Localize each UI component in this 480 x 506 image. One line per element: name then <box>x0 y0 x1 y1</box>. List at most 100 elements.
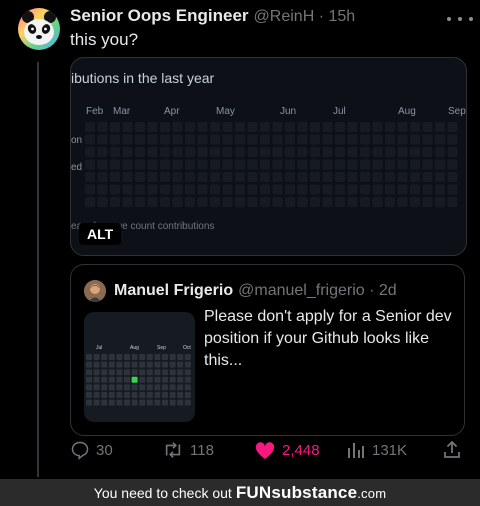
contribution-cell <box>169 376 176 383</box>
contribution-cell <box>110 122 120 132</box>
contribution-cell <box>185 159 195 170</box>
contribution-cell <box>177 369 184 376</box>
contribution-cell <box>410 122 420 132</box>
contribution-cell <box>86 392 92 398</box>
contribution-cell <box>146 354 153 360</box>
contribution-cell <box>86 384 92 391</box>
contribution-cell <box>160 197 170 207</box>
contribution-cell <box>335 159 345 170</box>
contribution-cell <box>93 361 100 368</box>
contribution-cell <box>422 184 433 195</box>
contribution-cell <box>222 172 233 182</box>
contribution-cell <box>116 399 123 406</box>
contribution-cell <box>385 134 395 145</box>
contribution-cell <box>397 184 408 195</box>
contribution-cell <box>108 399 115 406</box>
contribution-cell <box>435 184 445 195</box>
like-count: 2,448 <box>282 441 320 459</box>
quoted-post[interactable]: Manuel Frigerio @manuel_frigerio · 2d Ju… <box>70 264 465 436</box>
more-options-icon[interactable] <box>447 12 473 26</box>
quoted-media-image[interactable]: Jul Aug Sep Oct <box>84 312 195 422</box>
contribution-cell <box>162 369 168 376</box>
contribution-cell <box>260 197 270 207</box>
contribution-cell <box>135 134 145 145</box>
contribution-cell <box>147 159 158 170</box>
views-button[interactable]: 131K <box>346 440 407 460</box>
contribution-cell <box>154 361 161 368</box>
contribution-cell <box>124 392 130 398</box>
contribution-cell <box>172 172 183 182</box>
contribution-cell <box>372 184 383 195</box>
contribution-cell <box>197 184 208 195</box>
contribution-cell <box>272 172 283 182</box>
quoted-avatar[interactable] <box>84 280 106 302</box>
contribution-cell <box>297 122 308 132</box>
contribution-cell <box>139 361 146 368</box>
panda-avatar[interactable] <box>18 8 60 50</box>
contribution-cell <box>135 197 145 207</box>
contribution-cell <box>385 184 395 195</box>
contribution-cell <box>272 159 283 170</box>
contribution-cell <box>235 134 245 145</box>
contribution-cell <box>360 134 370 145</box>
contribution-cell <box>310 172 320 182</box>
contribution-cell <box>285 134 295 145</box>
contribution-cell <box>260 172 270 182</box>
contribution-cell <box>116 361 123 368</box>
contribution-cell <box>360 159 370 170</box>
contribution-cell <box>108 392 115 398</box>
contribution-cell <box>247 172 258 182</box>
contribution-cell <box>397 134 408 145</box>
contribution-cell <box>185 122 195 132</box>
contribution-cell <box>135 172 145 182</box>
contribution-cell <box>169 354 176 360</box>
reply-button[interactable]: 30 <box>70 440 113 460</box>
contribution-cell <box>93 354 100 360</box>
quoted-handle-and-time[interactable]: @manuel_frigerio · 2d <box>238 282 397 300</box>
person-avatar-icon <box>84 280 106 302</box>
handle-and-time[interactable]: @ReinH · 15h <box>254 8 356 26</box>
quoted-display-name[interactable]: Manuel Frigerio <box>114 282 233 300</box>
contribution-cell <box>447 122 458 132</box>
contribution-cell <box>110 197 120 207</box>
contribution-cell <box>360 172 370 182</box>
contribution-cell <box>360 184 370 195</box>
contribution-cell <box>93 376 100 383</box>
contribution-cell <box>131 361 138 368</box>
contribution-cell <box>101 399 108 406</box>
contribution-cell <box>160 184 170 195</box>
contribution-cell <box>135 184 145 195</box>
contribution-cell <box>124 384 130 391</box>
views-chart-icon <box>348 443 364 458</box>
funsubstance-logo: FUNsubstance.com <box>236 483 386 503</box>
contribution-cell <box>147 122 158 132</box>
contribution-cell <box>110 134 120 145</box>
contribution-cell <box>85 134 95 145</box>
contribution-cell <box>108 361 115 368</box>
post-media-image[interactable]: ibutions in the last year Feb Mar Apr Ma… <box>70 57 467 256</box>
contribution-cell <box>210 172 220 182</box>
contribution-cell <box>222 147 233 157</box>
like-button[interactable]: 2,448 <box>254 440 320 460</box>
contribution-cell <box>197 134 208 145</box>
contribution-cell <box>177 384 184 391</box>
contribution-cell <box>122 147 133 157</box>
contribution-cell <box>139 376 146 383</box>
contribution-cell <box>347 172 358 182</box>
display-name[interactable]: Senior Oops Engineer <box>70 6 249 26</box>
contribution-cell <box>147 134 158 145</box>
contribution-cell <box>139 399 146 406</box>
contribution-cell <box>247 134 258 145</box>
alt-text-button[interactable]: ALT <box>79 223 122 245</box>
contribution-cell <box>410 184 420 195</box>
share-button[interactable] <box>442 440 462 460</box>
repost-button[interactable]: 118 <box>162 440 214 460</box>
contribution-cell <box>372 147 383 157</box>
panda-icon <box>18 8 60 50</box>
contribution-cell <box>185 197 195 207</box>
contribution-cell <box>97 197 108 207</box>
contribution-cell <box>285 197 295 207</box>
post-header: Senior Oops Engineer @ReinH · 15h <box>70 6 355 26</box>
contribution-cell <box>124 399 130 406</box>
contribution-cell <box>146 392 153 398</box>
